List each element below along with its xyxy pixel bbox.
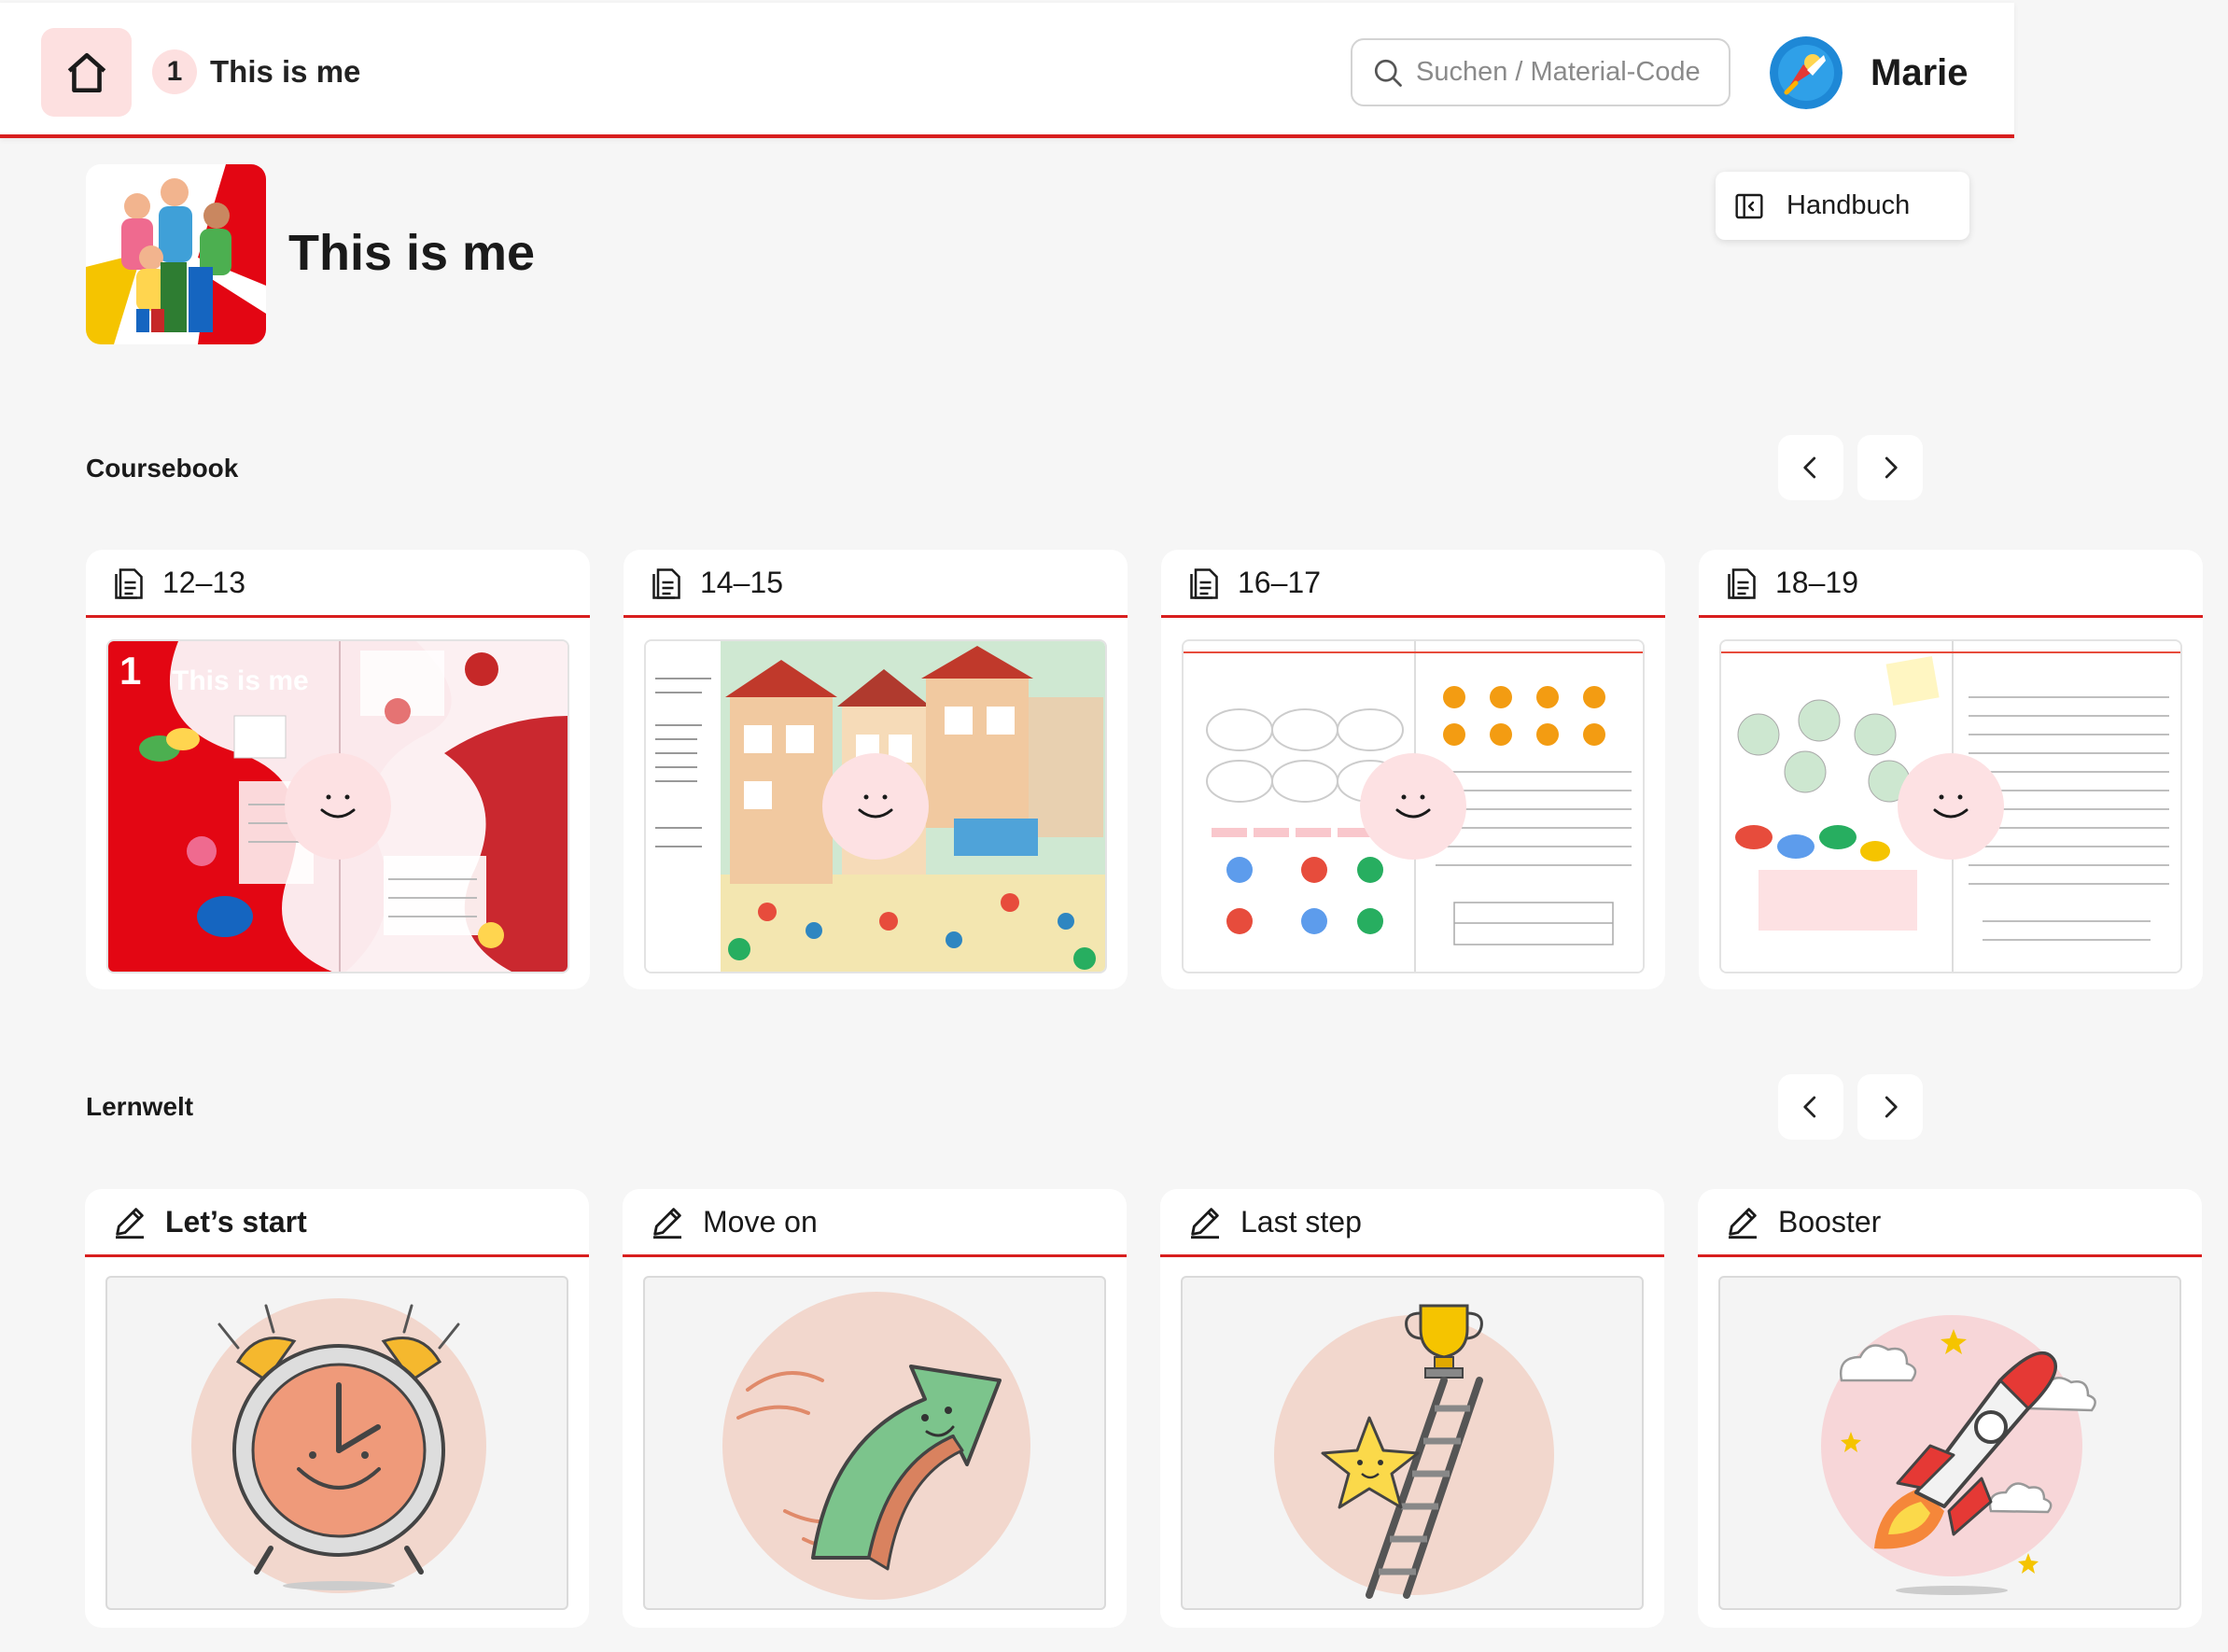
card-pages-label: 16–17 [1238,565,1321,599]
coursebook-next-button[interactable] [1857,435,1923,500]
breadcrumb-unit-title: This is me [210,54,361,89]
star-ladder-trophy-illustration [1181,1276,1644,1610]
lernwelt-card[interactable]: Move on [623,1189,1127,1628]
avatar [1770,36,1843,109]
coursebook-card[interactable]: 16–17 [1161,550,1665,989]
rocket-illustration [1718,1276,2181,1610]
chevron-left-icon [1803,456,1816,479]
card-label: Let’s start [165,1204,307,1239]
document-pages-icon [1728,568,1756,599]
chevron-right-icon [1885,456,1898,479]
sidebar-panel-icon [1735,193,1763,218]
card-label: Move on [703,1204,818,1239]
user-name: Marie [1871,51,1969,93]
search-box[interactable] [1351,38,1731,106]
alarm-clock-illustration [105,1276,568,1610]
lernwelt-next-button[interactable] [1857,1074,1923,1140]
search-icon [1374,59,1402,87]
unit-number-badge: 1 [152,49,197,94]
card-header: 12–13 [86,550,590,618]
card-header: 18–19 [1699,550,2203,618]
chevron-right-icon [1885,1096,1898,1118]
unit-cover-image [86,164,266,344]
card-pages-label: 14–15 [700,565,783,599]
card-header: Booster [1698,1189,2202,1257]
page-spread-thumbnail [1719,639,2182,973]
chevron-left-icon [1803,1096,1816,1118]
card-header: Let’s start [85,1189,589,1257]
coursebook-prev-button[interactable] [1778,435,1843,500]
cover-unit-number: 1 [119,649,142,693]
coursebook-card[interactable]: 12–13 1 This is me [86,550,590,989]
page-title: This is me [288,225,536,281]
pencil-icon [1191,1208,1219,1239]
card-label: Booster [1778,1204,1882,1239]
home-icon [67,52,105,92]
lernwelt-section-title: Lernwelt [86,1092,194,1121]
page-spread-thumbnail: 1 This is me [106,639,569,973]
coursebook-section-title: Coursebook [86,454,239,483]
handbuch-button[interactable]: Handbuch [1716,172,1969,240]
card-header: 16–17 [1161,550,1665,618]
handbuch-label: Handbuch [1787,190,1911,220]
page-spread-thumbnail [1182,639,1645,973]
cover-unit-title: This is me [172,665,309,696]
card-pages-label: 18–19 [1775,565,1858,599]
card-pages-label: 12–13 [162,565,245,599]
pencil-icon [1729,1208,1757,1239]
arrow-illustration [643,1276,1106,1610]
smiley-icon [285,753,391,860]
smiley-icon [1898,753,2004,860]
user-menu[interactable]: Marie [1770,36,1969,109]
coursebook-card[interactable]: 18–19 [1699,550,2203,989]
lernwelt-card[interactable]: Let’s start [85,1189,589,1628]
smiley-icon [1360,753,1466,860]
pencil-icon [116,1208,144,1239]
pencil-icon [653,1208,681,1239]
lernwelt-prev-button[interactable] [1778,1074,1843,1140]
breadcrumb[interactable]: 1 This is me [152,49,360,94]
document-pages-icon [115,568,143,599]
smiley-icon [822,753,929,860]
document-pages-icon [1190,568,1218,599]
lernwelt-card[interactable]: Last step [1160,1189,1664,1628]
card-label: Last step [1240,1204,1362,1239]
document-pages-icon [652,568,680,599]
page-spread-thumbnail [644,639,1107,973]
top-bar: 1 This is me Marie [0,3,2014,138]
card-header: Last step [1160,1189,1664,1257]
search-input[interactable] [1416,57,1724,88]
home-button[interactable] [41,28,132,117]
card-header: Move on [623,1189,1127,1257]
coursebook-card[interactable]: 14–15 [624,550,1128,989]
card-header: 14–15 [624,550,1128,618]
lernwelt-card[interactable]: Booster [1698,1189,2202,1628]
